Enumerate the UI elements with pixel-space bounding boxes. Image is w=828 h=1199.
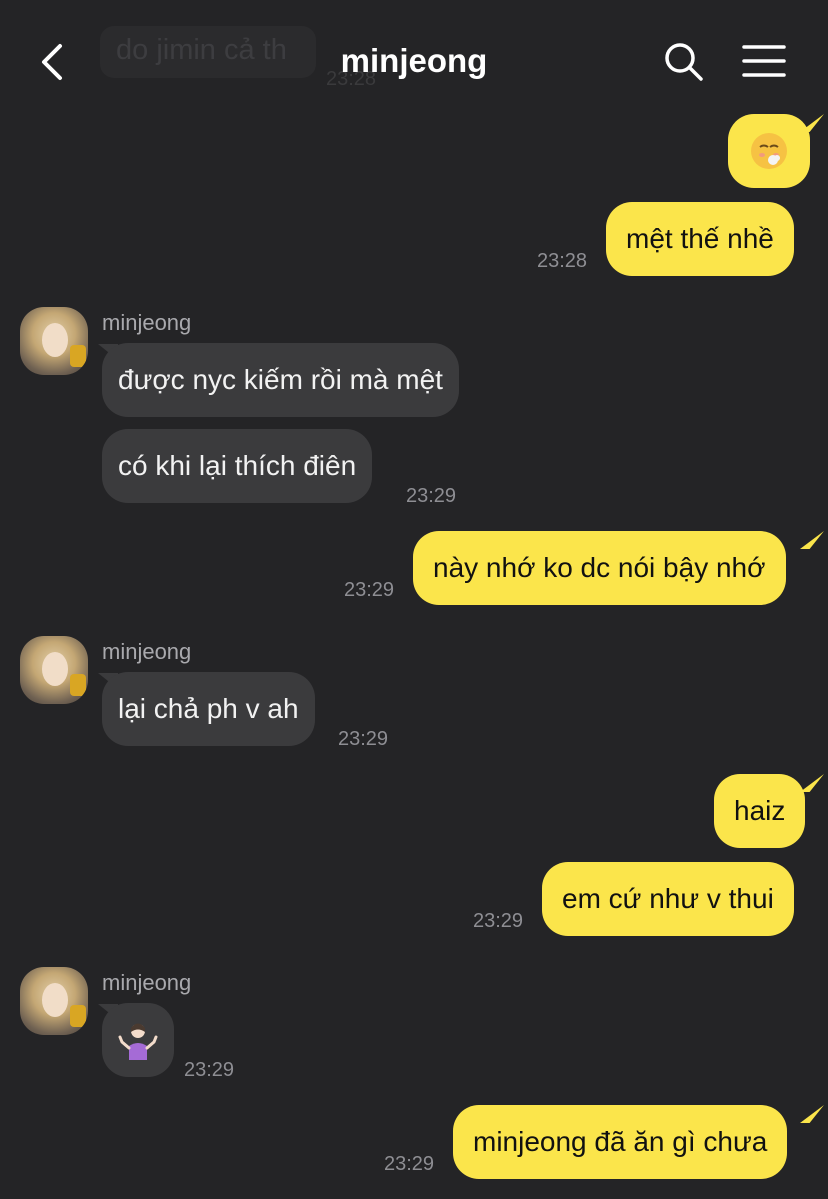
their-message-bubble[interactable]: lại chả ph v ah: [102, 672, 315, 746]
search-button[interactable]: [662, 40, 706, 84]
message-timestamp: 23:29: [344, 579, 395, 601]
bubble-tail: [800, 774, 824, 792]
avatar-badge: [70, 345, 86, 367]
contact-avatar[interactable]: [20, 967, 88, 1035]
exhausted-face-emoji-icon: [751, 133, 787, 169]
their-message-bubble[interactable]: có khi lại thích điên: [102, 429, 373, 503]
my-message-bubble[interactable]: này nhớ ko dc nói bậy nhớ: [413, 531, 786, 605]
message-timestamp: 23:29: [338, 728, 389, 750]
their-message-bubble[interactable]: [102, 1003, 174, 1077]
message-timestamp: 23:29: [406, 485, 457, 507]
their-message-bubble[interactable]: được nyc kiếm rồi mà mệt: [102, 343, 459, 417]
message-timestamp: 23:28: [537, 250, 588, 272]
my-message-bubble[interactable]: mệt thế nhề: [606, 202, 794, 276]
my-message-bubble[interactable]: [728, 114, 810, 188]
avatar-face: [42, 983, 68, 1017]
chat-header: do jimin cả th 23:28 minjeong: [0, 0, 828, 120]
avatar-face: [42, 323, 68, 357]
contact-avatar[interactable]: [20, 307, 88, 375]
sender-name: minjeong: [102, 970, 192, 995]
avatar-badge: [70, 674, 86, 696]
sender-name: minjeong: [102, 639, 192, 664]
hamburger-menu-icon: [742, 45, 786, 77]
avatar-face: [42, 652, 68, 686]
chat-screen: do jimin cả th 23:28 minjeong mệt thế nh…: [0, 0, 828, 1199]
person-shrugging-emoji-icon: [118, 1023, 158, 1060]
message-timestamp: 23:29: [473, 910, 524, 932]
bubble-tail: [800, 531, 824, 549]
menu-button[interactable]: [740, 40, 788, 84]
message-timestamp: 23:29: [184, 1059, 235, 1081]
sender-name: minjeong: [102, 310, 192, 335]
message-timestamp: 23:29: [384, 1153, 435, 1175]
my-message-bubble[interactable]: em cứ như v thui: [542, 862, 794, 936]
search-icon: [665, 43, 703, 81]
bubble-tail: [800, 1105, 824, 1123]
contact-avatar[interactable]: [20, 636, 88, 704]
avatar-badge: [70, 1005, 86, 1027]
my-message-bubble[interactable]: minjeong đã ăn gì chưa: [453, 1105, 788, 1179]
my-message-bubble[interactable]: haiz: [714, 774, 806, 848]
